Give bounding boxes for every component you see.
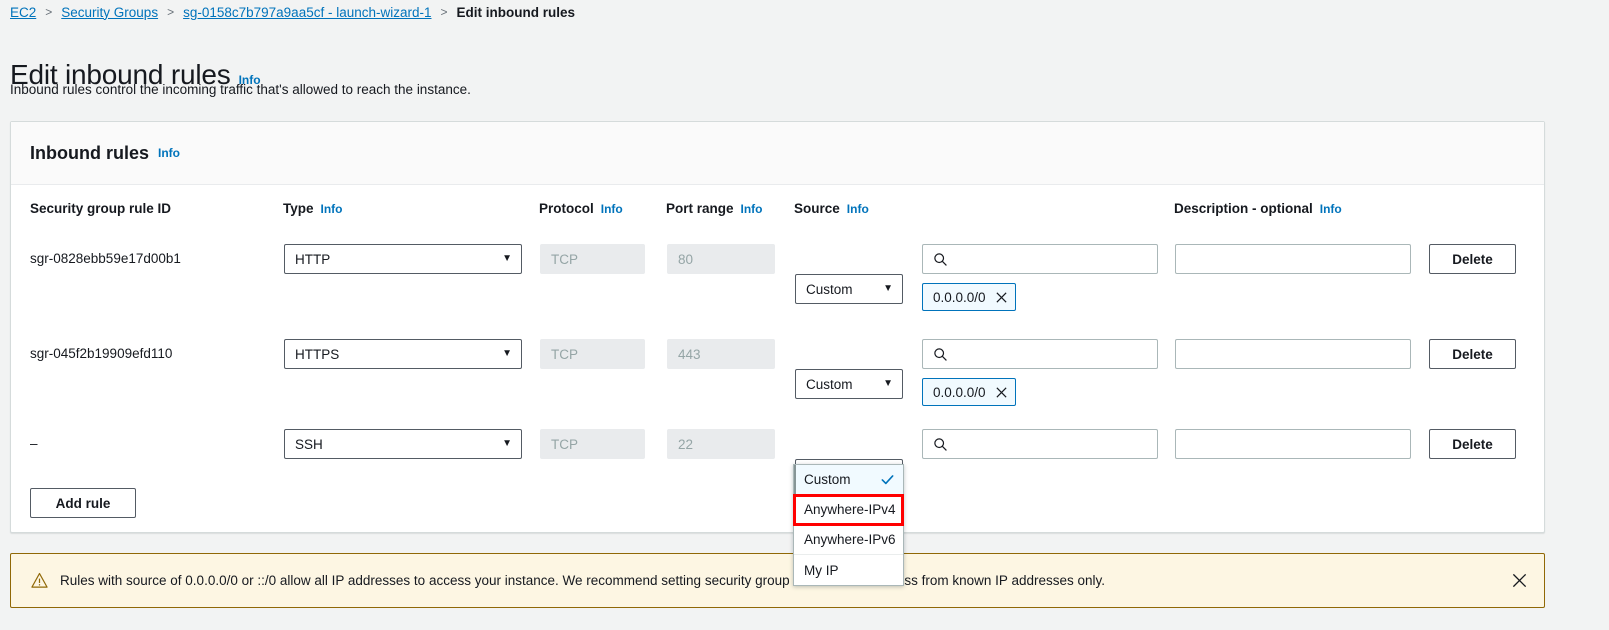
type-info-link[interactable]: Info [321, 202, 343, 216]
type-select[interactable]: HTTPS ▼ [284, 339, 522, 369]
close-icon[interactable] [995, 291, 1008, 304]
delete-button[interactable]: Delete [1429, 244, 1516, 274]
breadcrumb-separator-icon: > [167, 5, 175, 19]
port-range-info-link[interactable]: Info [741, 202, 763, 216]
page-title-row: Edit inbound rules Info [10, 40, 261, 110]
rule-id-cell: – [30, 436, 38, 451]
type-select[interactable]: HTTP ▼ [284, 244, 522, 274]
warning-triangle-icon [31, 572, 48, 588]
inbound-rules-card: Inbound rules Info Security group rule I… [10, 121, 1545, 533]
alert-message: Rules with source of 0.0.0.0/0 or ::/0 a… [60, 573, 1105, 588]
dropdown-option-my-ip[interactable]: My IP [794, 555, 903, 585]
protocol-info-link[interactable]: Info [601, 202, 623, 216]
card-title: Inbound rules [30, 142, 149, 163]
source-search-input[interactable] [922, 339, 1158, 369]
dropdown-option-anywhere-ipv6[interactable]: Anywhere-IPv6 [794, 525, 903, 555]
source-type-dropdown-menu[interactable]: Custom Anywhere-IPv4 Anywhere-IPv6 My IP [793, 464, 904, 586]
source-search-input[interactable] [922, 429, 1158, 459]
check-icon [881, 475, 894, 485]
port-range-field: 80 [667, 244, 775, 274]
breadcrumb: EC2 > Security Groups > sg-0158c7b797a9a… [10, 2, 575, 22]
rule-id-cell: sgr-0828ebb59e17d00b1 [30, 251, 181, 266]
chevron-down-icon: ▼ [883, 283, 893, 294]
warning-alert: Rules with source of 0.0.0.0/0 or ::/0 a… [10, 553, 1545, 608]
description-input[interactable] [1175, 244, 1411, 274]
delete-button[interactable]: Delete [1429, 339, 1516, 369]
edit-inbound-rules-page: EC2 > Security Groups > sg-0158c7b797a9a… [0, 0, 1609, 630]
source-info-link[interactable]: Info [847, 202, 869, 216]
delete-button[interactable]: Delete [1429, 429, 1516, 459]
close-icon[interactable] [1511, 572, 1528, 589]
table-header-row: Security group rule ID Type Info Protoco… [11, 185, 1544, 230]
card-info-link[interactable]: Info [158, 146, 180, 160]
description-input[interactable] [1175, 339, 1411, 369]
page-description: Inbound rules control the incoming traff… [10, 82, 471, 97]
close-icon[interactable] [995, 386, 1008, 399]
table-row: sgr-045f2b19909efd110 HTTPS ▼ TCP 443 Cu… [11, 325, 1544, 420]
column-header-source: Source Info [794, 201, 869, 216]
breadcrumb-separator-icon: > [440, 5, 448, 19]
source-token-list: 0.0.0.0/0 [922, 378, 1016, 406]
protocol-field: TCP [540, 429, 645, 459]
source-token-list: 0.0.0.0/0 [922, 283, 1016, 311]
breadcrumb-separator-icon: > [45, 5, 53, 19]
breadcrumb-item-security-groups[interactable]: Security Groups [61, 5, 158, 20]
inbound-rules-table: Security group rule ID Type Info Protoco… [11, 185, 1544, 542]
column-header-type: Type Info [283, 201, 343, 216]
chevron-down-icon: ▼ [883, 378, 893, 389]
add-rule-row: Add rule [11, 482, 1544, 542]
chevron-down-icon: ▼ [502, 253, 512, 264]
chevron-down-icon: ▼ [502, 438, 512, 449]
source-token[interactable]: 0.0.0.0/0 [922, 283, 1016, 311]
search-icon [934, 252, 947, 266]
column-header-port-range: Port range Info [666, 201, 763, 216]
type-select[interactable]: SSH ▼ [284, 429, 522, 459]
table-body: sgr-0828ebb59e17d00b1 HTTP ▼ TCP 80 Cust… [11, 230, 1544, 542]
search-icon [934, 437, 947, 451]
breadcrumb-item-security-group[interactable]: sg-0158c7b797a9aa5cf - launch-wizard-1 [183, 5, 431, 20]
source-type-select[interactable]: Custom ▼ [795, 274, 903, 304]
port-range-field: 443 [667, 339, 775, 369]
table-row: – SSH ▼ TCP 22 Custom ▲ [11, 420, 1544, 489]
search-icon [934, 347, 947, 361]
column-header-protocol: Protocol Info [539, 201, 623, 216]
port-range-field: 22 [667, 429, 775, 459]
card-header: Inbound rules Info [11, 122, 1544, 185]
column-header-rule-id: Security group rule ID [30, 201, 172, 216]
dropdown-option-custom[interactable]: Custom [794, 465, 903, 495]
column-header-description: Description - optional Info [1174, 201, 1342, 216]
description-input[interactable] [1175, 429, 1411, 459]
rule-id-cell: sgr-045f2b19909efd110 [30, 346, 173, 361]
description-info-link[interactable]: Info [1320, 202, 1342, 216]
source-type-select[interactable]: Custom ▼ [795, 369, 903, 399]
source-token[interactable]: 0.0.0.0/0 [922, 378, 1016, 406]
add-rule-button[interactable]: Add rule [30, 488, 136, 518]
breadcrumb-item-current: Edit inbound rules [456, 4, 576, 20]
protocol-field: TCP [540, 339, 645, 369]
dropdown-option-anywhere-ipv4[interactable]: Anywhere-IPv4 [793, 494, 904, 526]
chevron-down-icon: ▼ [502, 348, 512, 359]
breadcrumb-item-ec2[interactable]: EC2 [10, 5, 36, 20]
table-row: sgr-0828ebb59e17d00b1 HTTP ▼ TCP 80 Cust… [11, 230, 1544, 325]
source-search-input[interactable] [922, 244, 1158, 274]
protocol-field: TCP [540, 244, 645, 274]
